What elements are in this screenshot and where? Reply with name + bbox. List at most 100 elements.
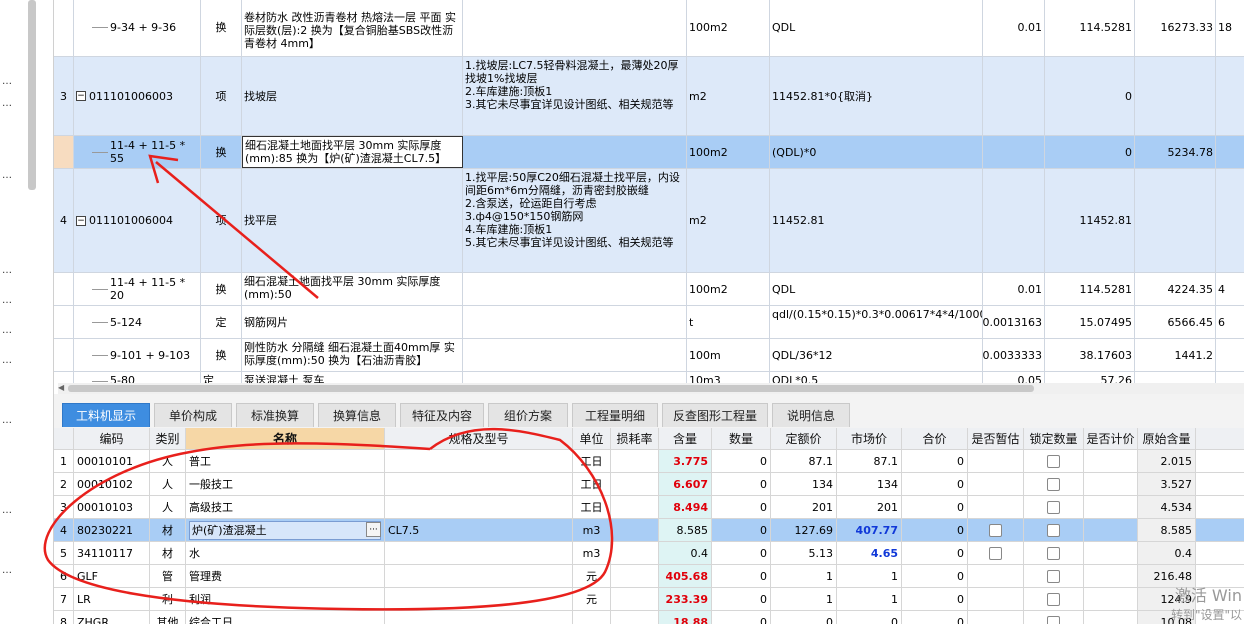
material-name-input[interactable]: 炉(矿)渣混凝土 <box>189 520 381 540</box>
material-base-price: 1 <box>771 588 837 610</box>
item-type: 换 <box>201 273 242 305</box>
ellipsis-button[interactable]: ··· <box>366 522 381 537</box>
lock-quantity-checkbox[interactable] <box>1047 523 1060 537</box>
priced-cell <box>1084 542 1138 564</box>
col-header-unit[interactable]: 单位 <box>573 428 611 449</box>
col-header-priced[interactable]: 是否计价 <box>1084 428 1138 449</box>
item-price: 114.5281 <box>1045 0 1135 56</box>
tab-conversion-info[interactable]: 换算信息 <box>318 403 396 427</box>
estimate-checkbox[interactable] <box>989 523 1002 537</box>
material-loss <box>611 473 659 495</box>
material-amount: 0 <box>712 519 771 541</box>
material-amount: 0 <box>712 565 771 587</box>
tab-features[interactable]: 特征及内容 <box>400 403 484 427</box>
estimate-cell <box>968 542 1024 564</box>
table-row[interactable]: 4 −011101006004 项 找平层 1.找平层:50厚C20细石混凝土找… <box>54 169 1244 273</box>
left-scrollbar[interactable] <box>28 0 36 190</box>
table-row[interactable]: 5 34110117 材水 m3 0.4 0 5.13 4.65 0 0.4 <box>54 542 1244 565</box>
table-row-selected[interactable]: 11-4 + 11-5 * 55 换 细石混凝土地面找平层 30mm 实际厚度(… <box>54 136 1244 169</box>
col-header-code[interactable]: 编码 <box>74 428 150 449</box>
estimate-checkbox[interactable] <box>989 546 1002 560</box>
col-header-spec[interactable]: 规格及型号 <box>385 428 573 449</box>
col-header-name[interactable]: 名称 <box>186 428 385 449</box>
table-row[interactable]: 11-4 + 11-5 * 20 换 细石混凝土地面找平层 30mm 实际厚度(… <box>54 273 1244 306</box>
tab-standard-conversion[interactable]: 标准换算 <box>236 403 314 427</box>
table-row[interactable]: 6 GLF 管管理费元 405.68 0 1 1 0 216.48 <box>54 565 1244 588</box>
table-row[interactable]: 2 00010102 人一般技工 工日 6.607 0 134 134 0 3.527 <box>54 473 1244 496</box>
col-header-lock[interactable]: 锁定数量 <box>1024 428 1084 449</box>
col-header-category[interactable]: 类别 <box>150 428 186 449</box>
material-category: 人 <box>150 450 186 472</box>
tab-quantity-detail[interactable]: 工程量明细 <box>572 403 658 427</box>
lock-quantity-checkbox[interactable] <box>1047 477 1060 491</box>
item-type: 项 <box>201 169 242 272</box>
activation-watermark: 激活 Win <box>1174 586 1242 605</box>
item-ratio: 0.0013163 <box>983 306 1045 338</box>
table-row[interactable]: 7 LR 利利润元 233.39 0 1 1 0 124.9 <box>54 588 1244 611</box>
item-total: 16273.33 <box>1135 0 1216 56</box>
lock-quantity-checkbox[interactable] <box>1047 500 1060 514</box>
item-unit: 100m2 <box>687 273 770 305</box>
material-name-cell[interactable]: 炉(矿)渣混凝土 ··· <box>186 519 385 541</box>
material-spec <box>385 588 573 610</box>
material-code: 00010103 <box>74 496 150 518</box>
lock-cell <box>1024 519 1084 541</box>
priced-cell <box>1084 588 1138 610</box>
col-header-content[interactable]: 含量 <box>659 428 712 449</box>
item-total <box>1135 57 1216 135</box>
material-unit: 工日 <box>573 473 611 495</box>
material-loss <box>611 519 659 541</box>
row-index: 3 <box>54 496 74 518</box>
col-header-loss[interactable]: 损耗率 <box>611 428 659 449</box>
scrollbar-thumb[interactable] <box>68 385 1034 392</box>
material-code: 34110117 <box>74 542 150 564</box>
lock-quantity-checkbox[interactable] <box>1047 569 1060 583</box>
material-sum: 0 <box>902 542 968 564</box>
horizontal-scrollbar[interactable]: ◀ <box>58 383 1244 394</box>
table-row[interactable]: 9-34 + 9-36 换 卷材防水 改性沥青卷材 热熔法一层 平面 实际层数(… <box>54 0 1244 57</box>
item-desc: 1.找平层:50厚C20细石混凝土找平层，内设间距6m*6m分隔缝，沥青密封胶嵌… <box>463 169 687 272</box>
material-market-price: 407.77 <box>837 519 902 541</box>
lock-quantity-checkbox[interactable] <box>1047 615 1060 624</box>
table-row[interactable]: 4 80230221 材炉(矿)渣混凝土 ··· CL7.5 m3 8.585 0 127.69… <box>54 519 1244 542</box>
table-row[interactable]: 1 00010101 人普工 工日 3.775 0 87.1 87.1 0 2.015 <box>54 450 1244 473</box>
table-row[interactable]: 5-80 定 泵送混凝土 泵车 10m3 QDL*0.5 0.05 57.26 <box>54 372 1244 383</box>
scroll-left-icon[interactable]: ◀ <box>58 383 64 392</box>
col-header-base-price[interactable]: 定额价 <box>771 428 837 449</box>
lock-quantity-checkbox[interactable] <box>1047 546 1060 560</box>
material-original-content: 3.527 <box>1138 473 1196 495</box>
table-row[interactable]: 5-124 定 钢筋网片 t qdl/(0.15*0.15)*0.3*0.006… <box>54 306 1244 339</box>
material-base-price: 0 <box>771 611 837 624</box>
table-row[interactable]: 3 00010103 人高级技工 工日 8.494 0 201 201 0 4.534 <box>54 496 1244 519</box>
row-index: 1 <box>54 450 74 472</box>
material-name: 利润 <box>186 588 385 610</box>
item-unit: t <box>687 306 770 338</box>
item-name-editor[interactable]: 细石混凝土地面找平层 30mm 实际厚度(mm):85 换为【炉(矿)渣混凝土C… <box>242 136 463 168</box>
material-spec <box>385 473 573 495</box>
tab-reverse-graphic[interactable]: 反查图形工程量 <box>662 403 768 427</box>
material-content: 8.494 <box>659 496 712 518</box>
lock-quantity-checkbox[interactable] <box>1047 454 1060 468</box>
tab-pricing-scheme[interactable]: 组价方案 <box>488 403 568 427</box>
tab-description[interactable]: 说明信息 <box>772 403 850 427</box>
material-unit: 元 <box>573 565 611 587</box>
col-header-original[interactable]: 原始含量 <box>1138 428 1196 449</box>
item-unit: m2 <box>687 57 770 135</box>
item-expr: (QDL)*0 <box>770 136 983 168</box>
table-row[interactable]: 9-101 + 9-103 换 刚性防水 分隔缝 细石混凝土面40mm厚 实际厚… <box>54 339 1244 372</box>
col-header-estimate[interactable]: 是否暂估 <box>968 428 1024 449</box>
collapse-icon[interactable]: − <box>76 91 86 101</box>
material-code: 00010102 <box>74 473 150 495</box>
col-header-market-price[interactable]: 市场价 <box>837 428 902 449</box>
tab-unit-price[interactable]: 单价构成 <box>154 403 232 427</box>
table-row[interactable]: 8 ZHGR 其他 综合工日 18.88 0 0 0 0 10.08 <box>54 611 1244 624</box>
collapse-icon[interactable]: − <box>76 215 86 226</box>
material-original-content: 0.4 <box>1138 542 1196 564</box>
col-header-amount[interactable]: 数量 <box>712 428 771 449</box>
lock-quantity-checkbox[interactable] <box>1047 592 1060 606</box>
table-row[interactable]: 3 −011101006003 项 找坡层 1.找坡层:LC7.5轻骨料混凝土，… <box>54 57 1244 136</box>
detail-tabs: 工料机显示 单价构成 标准换算 换算信息 特征及内容 组价方案 工程量明细 反查… <box>54 394 1244 428</box>
item-code: 11-4 + 11-5 * 20 <box>110 276 186 302</box>
tab-labor-material[interactable]: 工料机显示 <box>62 403 150 427</box>
col-header-sum[interactable]: 合价 <box>902 428 968 449</box>
